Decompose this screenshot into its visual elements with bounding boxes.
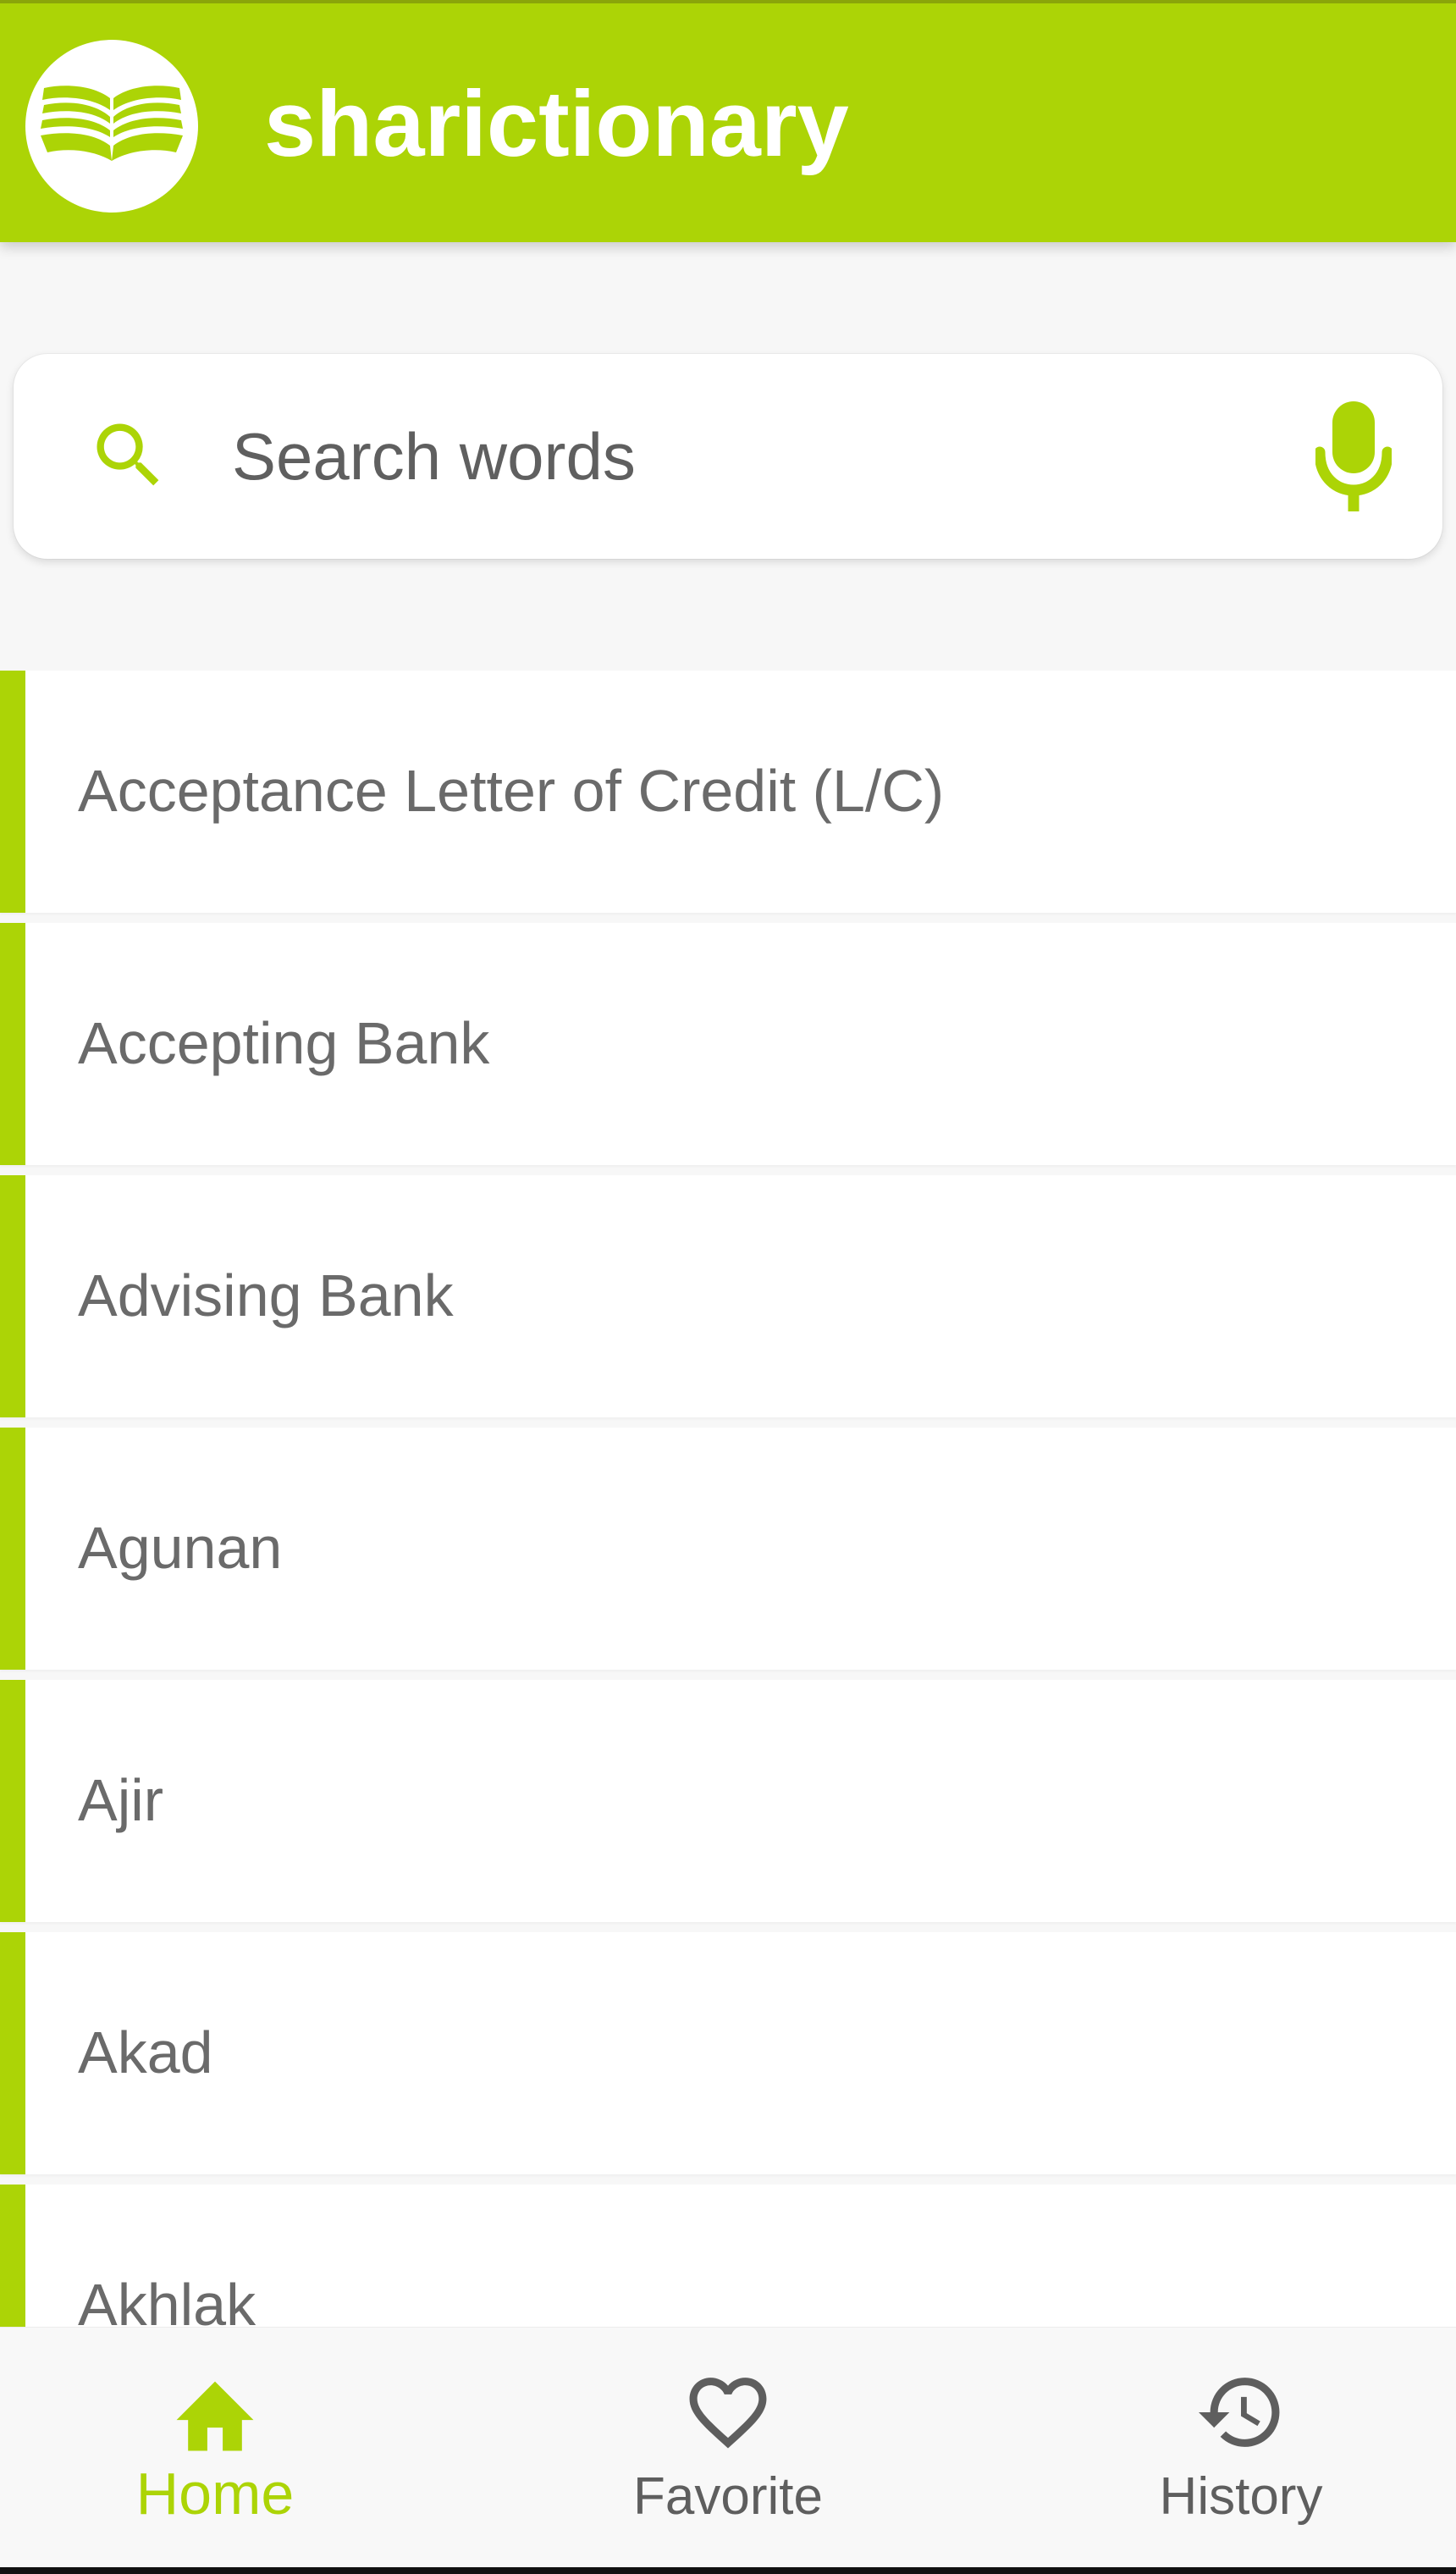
- list-item-label: Acceptance Letter of Credit (L/C): [78, 758, 945, 824]
- list-item-accent: [0, 923, 25, 1165]
- nav-home-label: Home: [135, 2461, 295, 2527]
- list-item-accent: [0, 1428, 25, 1670]
- open-book-icon: [41, 86, 183, 161]
- list-item[interactable]: Accepting Bank: [0, 923, 1456, 1165]
- list-item-accent: [0, 1175, 25, 1417]
- nav-history[interactable]: History: [1114, 2328, 1368, 2568]
- app-header: sharictionary: [0, 0, 1456, 242]
- list-item[interactable]: Advising Bank: [0, 1175, 1456, 1417]
- list-item-label: Akhlak: [78, 2272, 256, 2328]
- search-icon: [97, 423, 159, 486]
- list-item-label: Advising Bank: [78, 1262, 454, 1328]
- app-title: sharictionary: [264, 72, 849, 176]
- word-list: Acceptance Letter of Credit (L/C) Accept…: [0, 671, 1456, 2328]
- nav-favorite[interactable]: Favorite: [601, 2328, 855, 2568]
- app-screen: sharictionary Acceptance Letter of Credi…: [0, 0, 1456, 2574]
- nav-favorite-label: Favorite: [633, 2467, 823, 2526]
- list-item[interactable]: Akhlak: [0, 2185, 1456, 2328]
- nav-home[interactable]: Home: [88, 2328, 342, 2568]
- list-item[interactable]: Acceptance Letter of Credit (L/C): [0, 671, 1456, 913]
- list-item-label: Ajir: [78, 1767, 164, 1833]
- list-item[interactable]: Ajir: [0, 1680, 1456, 1922]
- heart-icon: [689, 2378, 767, 2449]
- list-item[interactable]: Agunan: [0, 1428, 1456, 1670]
- list-item[interactable]: Akad: [0, 1932, 1456, 2174]
- history-icon: [1199, 2378, 1280, 2447]
- list-item-accent: [0, 2185, 25, 2328]
- list-item-accent: [0, 1680, 25, 1922]
- microphone-icon[interactable]: [1315, 401, 1392, 511]
- nav-history-label: History: [1159, 2467, 1323, 2526]
- search-bar[interactable]: [14, 354, 1442, 559]
- list-item-label: Agunan: [78, 1515, 283, 1581]
- search-input[interactable]: [232, 405, 1265, 508]
- home-icon: [176, 2381, 254, 2451]
- list-item-accent: [0, 671, 25, 913]
- app-logo: [25, 40, 198, 213]
- bottom-navigation: Home Favorite History: [0, 2327, 1456, 2574]
- list-item-label: Accepting Bank: [78, 1010, 490, 1076]
- list-item-label: Akad: [78, 2019, 213, 2085]
- list-item-accent: [0, 1932, 25, 2174]
